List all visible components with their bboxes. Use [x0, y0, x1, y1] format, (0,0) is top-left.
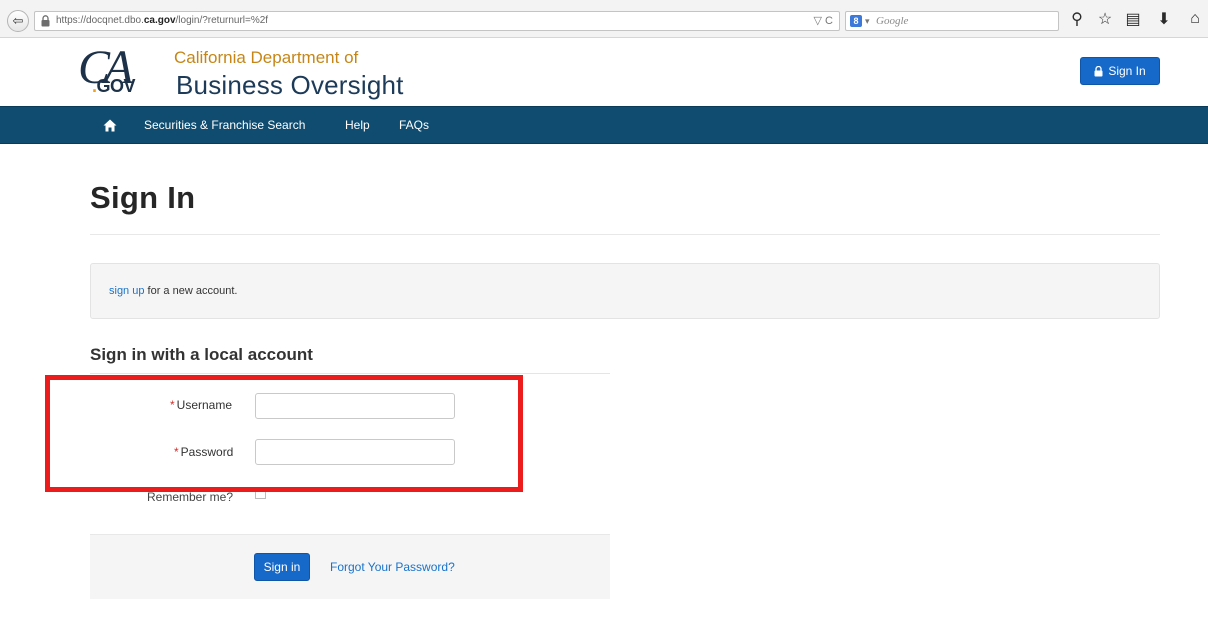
- username-field[interactable]: [255, 393, 455, 419]
- chevron-down-icon[interactable]: ▾: [865, 12, 870, 30]
- form-actions-panel: Sign in Forgot Your Password?: [90, 534, 610, 599]
- back-button[interactable]: ⇦: [7, 10, 29, 32]
- remember-me-label: Remember me?: [147, 490, 234, 504]
- title-divider: [90, 234, 1160, 235]
- required-marker: *: [170, 398, 175, 412]
- header-sign-in-button[interactable]: Sign In: [1080, 57, 1160, 85]
- search-icon[interactable]: ⚲: [1068, 10, 1086, 28]
- sign-in-submit-button[interactable]: Sign in: [254, 553, 310, 581]
- ca-gov-logo[interactable]: CA .GOV: [78, 41, 173, 102]
- password-label: * Password: [174, 445, 234, 459]
- url-text: https://docqnet.dbo.ca.gov/login/?return…: [56, 15, 269, 26]
- back-arrow-icon: ⇦: [12, 13, 24, 28]
- browser-search-placeholder: Google: [876, 15, 909, 27]
- home-icon[interactable]: ⌂: [1186, 10, 1204, 28]
- reload-icon[interactable]: ▽ C: [814, 12, 833, 30]
- address-bar[interactable]: https://docqnet.dbo.ca.gov/login/?return…: [34, 11, 840, 31]
- browser-toolbar: ⇦ https://docqnet.dbo.ca.gov/login/?retu…: [0, 0, 1208, 38]
- department-name-line1: California Department of: [174, 48, 359, 67]
- local-account-heading: Sign in with a local account: [90, 345, 313, 364]
- home-icon[interactable]: [103, 119, 117, 132]
- sign-up-link[interactable]: sign up: [109, 285, 144, 297]
- bookmarks-list-icon[interactable]: ▤: [1124, 10, 1142, 28]
- gov-logo-text: .GOV: [92, 76, 136, 96]
- site-header: CA .GOV California Department of Busines…: [0, 38, 1208, 106]
- downloads-icon[interactable]: ⬇: [1155, 10, 1173, 28]
- nav-faqs[interactable]: FAQs: [399, 118, 429, 132]
- forgot-password-link[interactable]: Forgot Your Password?: [330, 560, 455, 574]
- remember-me-checkbox[interactable]: [255, 488, 266, 499]
- page-title: Sign In: [90, 180, 196, 215]
- required-marker: *: [174, 445, 179, 459]
- lock-icon: [1094, 65, 1103, 76]
- nav-help[interactable]: Help: [345, 118, 370, 132]
- lock-icon: [41, 15, 50, 27]
- sign-up-info-box: sign up for a new account.: [90, 263, 1160, 319]
- browser-search-input[interactable]: 8 ▾ Google: [845, 11, 1059, 31]
- bookmark-star-icon[interactable]: ☆: [1096, 10, 1114, 28]
- password-field[interactable]: [255, 439, 455, 465]
- section-divider: [90, 373, 610, 374]
- nav-securities-franchise-search[interactable]: Securities & Franchise Search: [144, 118, 305, 132]
- username-label: * Username: [170, 398, 233, 412]
- sign-up-info-text: sign up for a new account.: [109, 285, 238, 297]
- department-name-line2: Business Oversight: [176, 70, 404, 100]
- header-sign-in-label: Sign In: [1108, 64, 1146, 78]
- main-navbar: Securities & Franchise Search Help FAQs: [0, 106, 1208, 144]
- google-search-icon: 8: [850, 15, 862, 27]
